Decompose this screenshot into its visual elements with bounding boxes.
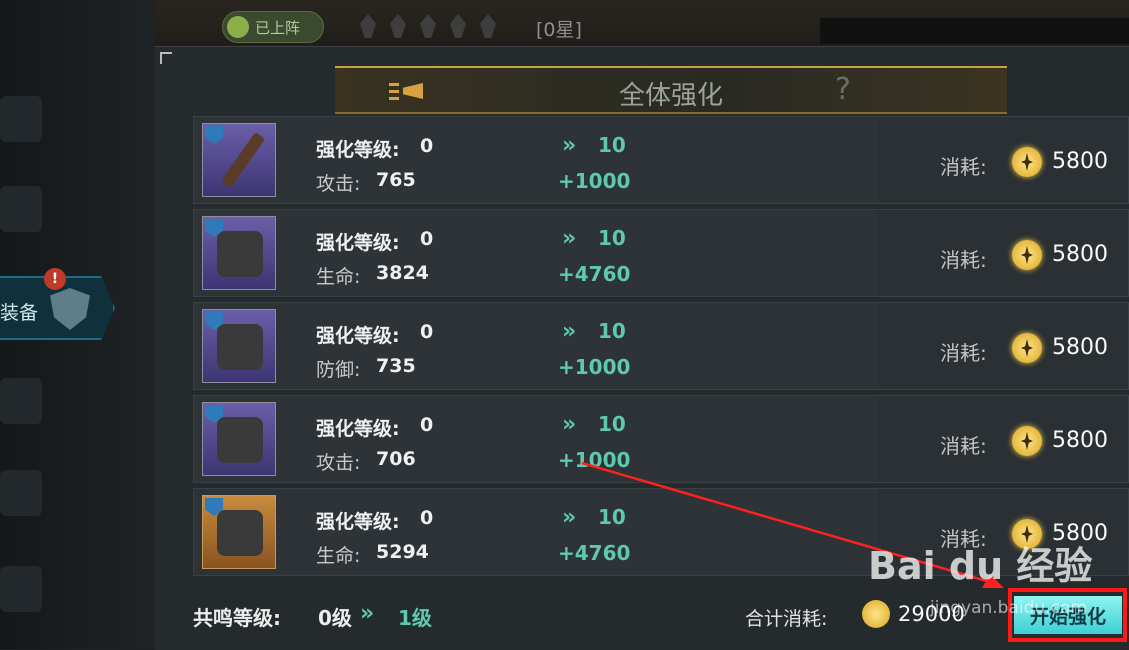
watermark-url: jingyan.baidu.com (930, 598, 1087, 618)
watermark-logo: Bai du 经验 (868, 544, 1093, 588)
